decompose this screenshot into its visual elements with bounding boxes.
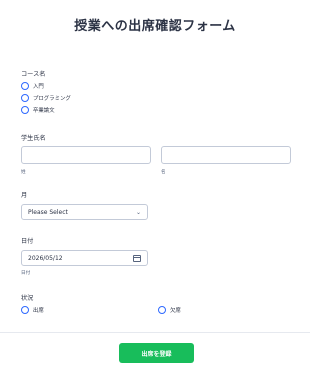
course-option-label: 卒業論文 [33, 108, 55, 114]
month-label: 月 [21, 192, 28, 199]
course-label: コース名 [21, 71, 46, 78]
student-name-label: 学生氏名 [21, 135, 46, 142]
radio-button[interactable] [21, 106, 29, 114]
radio-button[interactable] [21, 306, 29, 314]
course-option-intro[interactable]: 入門 [21, 82, 44, 90]
first-name-input[interactable] [21, 146, 151, 164]
status-label: 状況 [21, 295, 34, 302]
course-option-programming[interactable]: プログラミング [21, 94, 71, 102]
first-name-sublabel: 姓 [21, 170, 26, 175]
chevron-down-icon: ⌄ [135, 208, 141, 216]
date-label: 日付 [21, 238, 34, 245]
last-name-input[interactable] [161, 146, 291, 164]
course-option-thesis[interactable]: 卒業論文 [21, 106, 55, 114]
status-option-absent[interactable]: 欠席 [158, 306, 181, 314]
course-option-label: プログラミング [33, 96, 71, 102]
month-select[interactable]: Please Select ⌄ [21, 204, 148, 220]
footer-divider [0, 332, 310, 333]
last-name-sublabel: 名 [161, 170, 166, 175]
radio-button[interactable] [158, 306, 166, 314]
radio-button[interactable] [21, 94, 29, 102]
course-option-label: 入門 [33, 84, 44, 90]
radio-button[interactable] [21, 82, 29, 90]
month-select-value: Please Select [28, 208, 68, 216]
status-option-present[interactable]: 出席 [21, 306, 44, 314]
status-option-label: 欠席 [170, 308, 181, 314]
submit-button[interactable]: 出席を登録 [119, 343, 194, 363]
status-option-label: 出席 [33, 308, 44, 314]
date-input[interactable]: 2026/05/12 [21, 250, 148, 266]
form-title: 授業への出席確認フォーム [74, 19, 236, 34]
calendar-icon[interactable] [133, 254, 141, 262]
date-sublabel: 日付 [21, 271, 31, 276]
date-value: 2026/05/12 [28, 254, 63, 262]
